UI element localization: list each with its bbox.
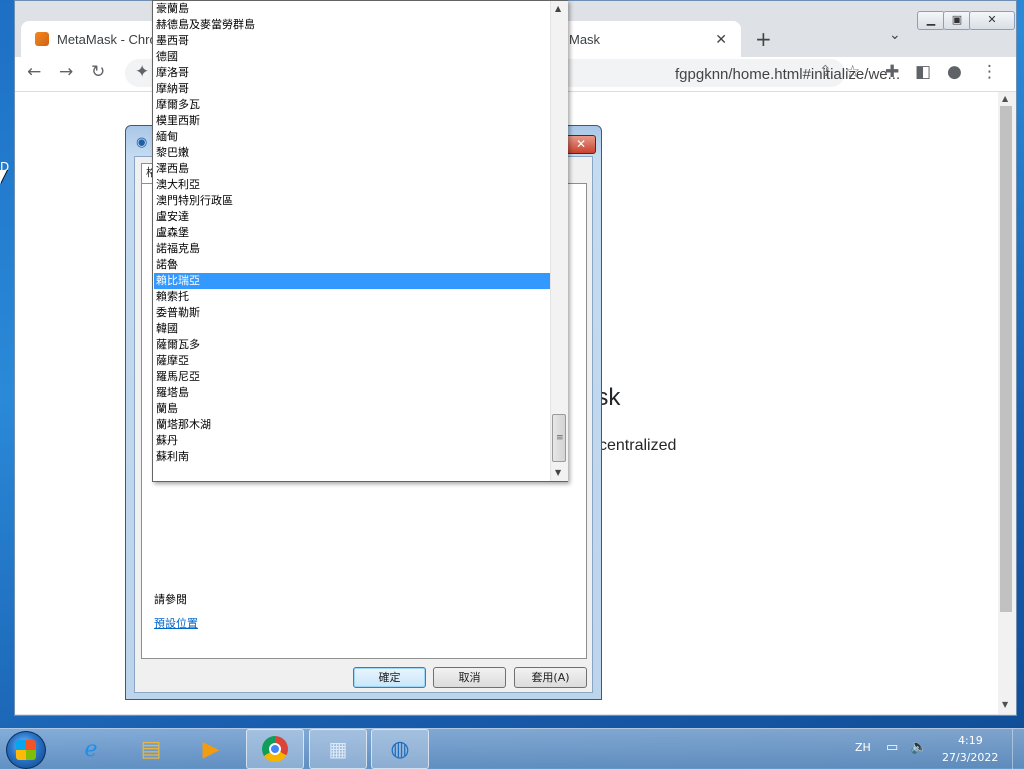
bookmark-star-icon[interactable]: ☆ <box>845 62 860 82</box>
list-item[interactable]: 摩爾多瓦 <box>154 97 550 113</box>
list-item[interactable]: 德國 <box>154 49 550 65</box>
tab-search-chevron-icon[interactable]: ⌄ <box>889 27 901 43</box>
globe-icon: ◉ <box>136 135 148 150</box>
clock-date[interactable]: 27/3/2022 <box>942 751 998 764</box>
list-item[interactable]: 蘇丹 <box>154 433 550 449</box>
network-icon[interactable]: ▭ <box>886 740 898 755</box>
dialog-close-button[interactable]: ✕ <box>566 135 596 154</box>
internet-explorer-icon[interactable]: ℯ <box>62 729 120 769</box>
globe-clock-icon: ◍ <box>390 736 410 762</box>
extensions-icon[interactable]: ✚ <box>885 62 899 82</box>
new-tab-button[interactable]: + <box>755 27 772 51</box>
back-arrow-icon[interactable]: ← <box>27 62 41 82</box>
scroll-up-arrow-icon[interactable]: ▲ <box>1002 94 1008 103</box>
list-item[interactable]: 緬甸 <box>154 129 550 145</box>
scroll-up-arrow-icon[interactable]: ▲ <box>555 4 561 13</box>
clock-time[interactable]: 4:19 <box>958 734 983 747</box>
extension-puzzle-icon: ✦ <box>135 62 150 82</box>
apply-button[interactable]: 套用(A) <box>514 667 587 688</box>
list-item[interactable]: 摩納哥 <box>154 81 550 97</box>
window-close-button[interactable]: ✕ <box>969 11 1015 30</box>
url-text: fgpgknn/home.html#initialize/we... <box>675 66 901 83</box>
list-item[interactable]: 墨西哥 <box>154 33 550 49</box>
dropdown-scrollbar[interactable]: ▲ ≡ ▼ <box>550 1 568 481</box>
reload-icon[interactable]: ↻ <box>91 62 105 82</box>
maximize-button[interactable]: ▣ <box>943 11 971 30</box>
list-item[interactable]: 韓國 <box>154 321 550 337</box>
tab-title: MetaMask - Chro <box>57 31 157 47</box>
media-player-icon[interactable]: ▶ <box>182 729 240 769</box>
share-icon[interactable]: ⇪ <box>819 62 832 80</box>
list-item[interactable]: 赫德島及麥當勞群島 <box>154 17 550 33</box>
list-item[interactable]: 諾魯 <box>154 257 550 273</box>
tab-close-icon[interactable]: ✕ <box>715 31 727 48</box>
list-item[interactable]: 盧森堡 <box>154 225 550 241</box>
ok-button[interactable]: 確定 <box>353 667 426 688</box>
control-panel-taskbar-button[interactable]: ▦ <box>309 729 367 769</box>
default-location-link[interactable]: 預設位置 <box>154 615 198 631</box>
start-button[interactable] <box>6 731 46 769</box>
list-item[interactable]: 羅塔島 <box>154 385 550 401</box>
chrome-icon <box>262 736 288 762</box>
grip-icon: ≡ <box>556 433 564 443</box>
control-panel-icon: ▦ <box>328 737 348 761</box>
volume-icon[interactable]: 🔈 <box>910 739 927 755</box>
list-item[interactable]: 諾福克島 <box>154 241 550 257</box>
minimize-button[interactable]: ▁ <box>917 11 945 30</box>
metamask-favicon-icon <box>35 32 49 46</box>
file-explorer-icon[interactable]: ▤ <box>122 729 180 769</box>
scroll-down-arrow-icon[interactable]: ▼ <box>555 468 561 477</box>
page-scrollbar-thumb[interactable] <box>1000 106 1012 612</box>
chrome-taskbar-button[interactable] <box>246 729 304 769</box>
list-item[interactable]: 澤西島 <box>154 161 550 177</box>
list-item[interactable]: 蘭島 <box>154 401 550 417</box>
list-item[interactable]: 賴索托 <box>154 289 550 305</box>
language-indicator[interactable]: ZH <box>855 741 871 754</box>
windows-logo-icon <box>16 740 36 760</box>
page-scrollbar[interactable]: ▲ ▼ <box>998 92 1016 714</box>
menu-kebab-icon[interactable]: ⋮ <box>981 62 998 82</box>
list-item[interactable]: 澳大利亞 <box>154 177 550 193</box>
cancel-button[interactable]: 取消 <box>433 667 506 688</box>
dropdown-scrollbar-thumb[interactable]: ≡ <box>552 414 566 462</box>
list-item[interactable]: 盧安達 <box>154 209 550 225</box>
forward-arrow-icon[interactable]: → <box>59 62 73 82</box>
list-item[interactable]: 蘭塔那木湖 <box>154 417 550 433</box>
tab-title: Mask <box>569 31 601 47</box>
profile-avatar-icon[interactable]: ● <box>947 62 962 82</box>
side-panel-icon[interactable]: ◧ <box>915 62 931 82</box>
list-item[interactable]: 澳門特別行政區 <box>154 193 550 209</box>
see-also-label: 請參閱 <box>154 593 187 606</box>
location-options: 豪蘭島 赫德島及麥當勞群島 墨西哥 德國 摩洛哥 摩納哥 摩爾多瓦 模里西斯 緬甸 黎巴嫩 澤西島澳… <box>154 1 550 465</box>
list-item[interactable]: 摩洛哥 <box>154 65 550 81</box>
list-item[interactable]: 豪蘭島 <box>154 1 550 17</box>
show-desktop-button[interactable] <box>1012 729 1024 769</box>
list-item[interactable]: 薩爾瓦多 <box>154 337 550 353</box>
region-taskbar-button[interactable]: ◍ <box>371 729 429 769</box>
scroll-down-arrow-icon[interactable]: ▼ <box>1002 700 1008 709</box>
list-item[interactable]: 賴比瑞亞 <box>154 273 550 289</box>
mouse-cursor <box>0 170 7 184</box>
list-item[interactable]: 委普勒斯 <box>154 305 550 321</box>
list-item[interactable]: 蘇利南 <box>154 449 550 465</box>
list-item[interactable]: 黎巴嫩 <box>154 145 550 161</box>
location-dropdown-list[interactable]: 豪蘭島 赫德島及麥當勞群島 墨西哥 德國 摩洛哥 摩納哥 摩爾多瓦 模里西斯 緬甸 黎巴嫩 澤西島澳… <box>152 0 568 482</box>
list-item[interactable]: 薩摩亞 <box>154 353 550 369</box>
list-item[interactable]: 羅馬尼亞 <box>154 369 550 385</box>
taskbar: ℯ ▤ ▶ ▦ ◍ ZH ▭ 🔈 4:19 27/3/2022 <box>0 728 1024 769</box>
tab-active[interactable]: Mask ✕ <box>555 21 741 57</box>
list-item[interactable]: 模里西斯 <box>154 113 550 129</box>
page-subtitle: centralized <box>599 437 677 454</box>
